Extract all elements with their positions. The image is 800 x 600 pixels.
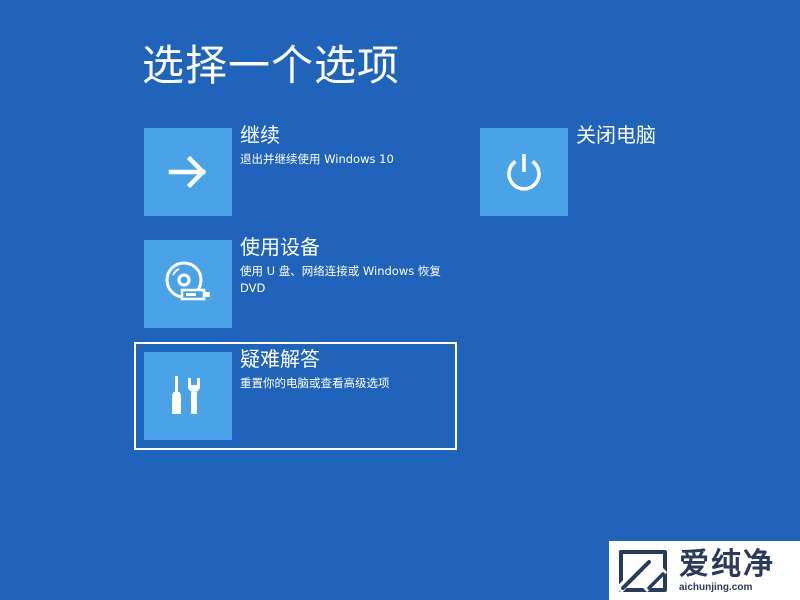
- watermark-brand: 爱纯净: [679, 546, 775, 582]
- watermark-domain: aichunjing.com: [679, 581, 753, 593]
- troubleshoot-option[interactable]: 疑难解答 重置你的电脑或查看高级选项: [134, 342, 457, 450]
- continue-description: 退出并继续使用 Windows 10: [240, 152, 394, 166]
- watermark-logo-icon: [616, 549, 668, 593]
- page-title: 选择一个选项: [142, 41, 401, 90]
- use-device-title: 使用设备: [240, 235, 320, 259]
- power-icon: [507, 154, 541, 191]
- use-device-tile[interactable]: [144, 240, 232, 328]
- watermark: 爱纯净 aichunjing.com: [609, 541, 800, 600]
- tools-icon: [172, 376, 200, 414]
- shutdown-tile[interactable]: [480, 128, 568, 216]
- continue-tile[interactable]: [144, 128, 232, 216]
- shutdown-option[interactable]: 关闭电脑: [480, 123, 720, 216]
- troubleshoot-tile[interactable]: [144, 352, 232, 440]
- disc-usb-icon: [165, 261, 210, 301]
- troubleshoot-description: 重置你的电脑或查看高级选项: [240, 376, 390, 390]
- continue-option[interactable]: 继续 退出并继续使用 Windows 10: [144, 123, 464, 216]
- arrow-right-icon: [168, 155, 207, 189]
- continue-title: 继续: [240, 123, 280, 147]
- troubleshoot-title: 疑难解答: [240, 347, 320, 371]
- use-device-description: 使用 U 盘、网络连接或 Windows 恢复 DVD: [240, 264, 441, 295]
- shutdown-title: 关闭电脑: [576, 123, 656, 147]
- use-device-option[interactable]: 使用设备 使用 U 盘、网络连接或 Windows 恢复 DVD: [144, 235, 464, 328]
